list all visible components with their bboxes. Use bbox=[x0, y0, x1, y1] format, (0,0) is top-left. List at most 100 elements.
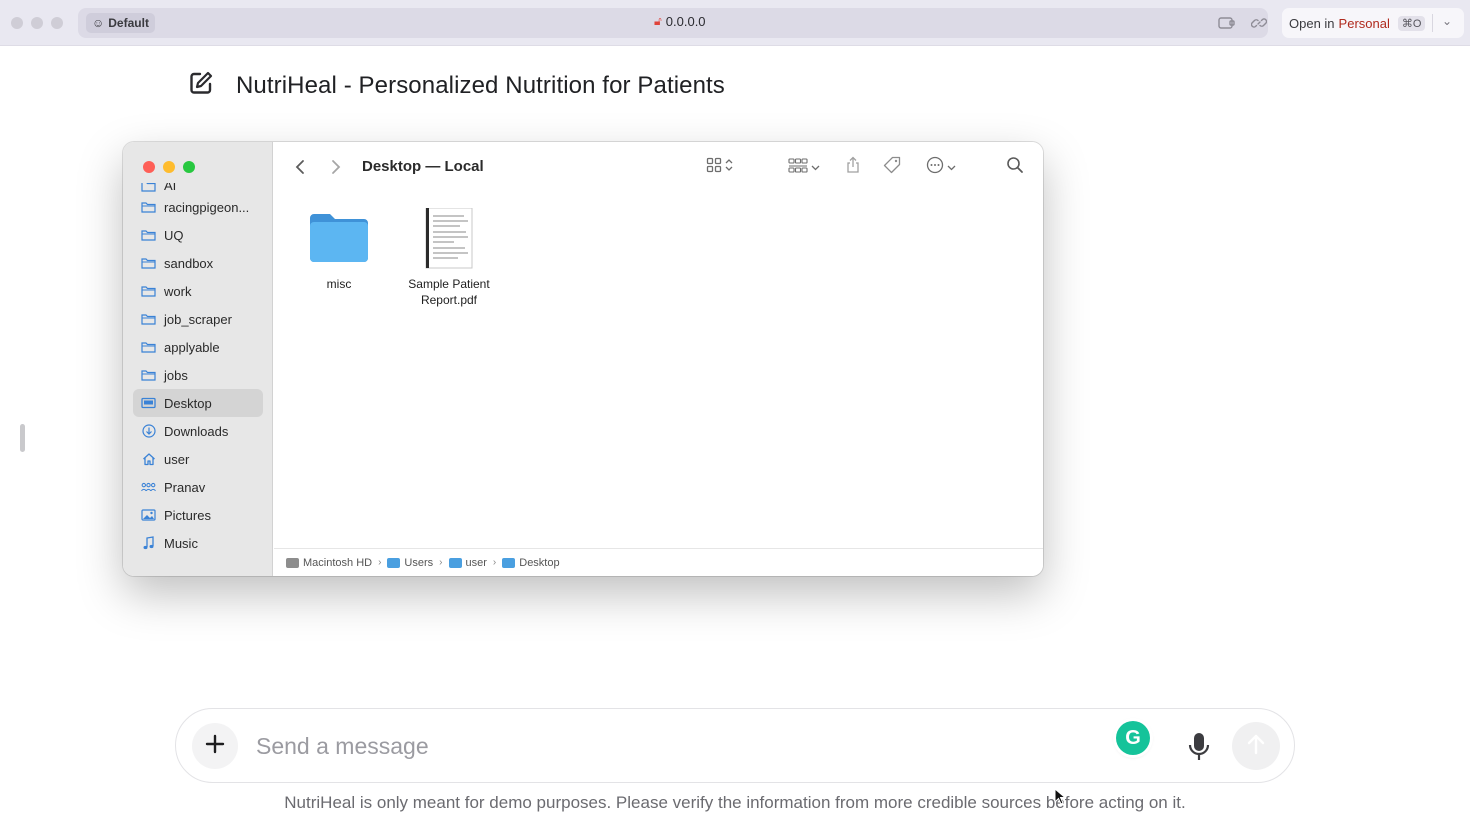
page-header: NutriHeal - Personalized Nutrition for P… bbox=[188, 70, 725, 101]
edit-icon[interactable] bbox=[188, 70, 214, 101]
attach-button[interactable] bbox=[192, 723, 238, 769]
sidebar-item-desktop[interactable]: Desktop bbox=[133, 389, 263, 417]
sidebar-item-user[interactable]: user bbox=[133, 445, 263, 473]
microphone-icon[interactable] bbox=[1186, 731, 1212, 763]
back-button[interactable] bbox=[294, 156, 306, 178]
share-button[interactable] bbox=[845, 156, 861, 178]
resize-handle[interactable] bbox=[20, 424, 25, 452]
tag-button[interactable] bbox=[883, 156, 901, 178]
url-display[interactable]: 🔓︎ 0.0.0.0 bbox=[654, 14, 706, 29]
folder-icon bbox=[141, 312, 156, 327]
grid-view-icon bbox=[706, 157, 722, 178]
view-mode-button[interactable] bbox=[706, 156, 733, 178]
file-name-line-1: Sample Patient bbox=[408, 277, 490, 291]
sidebar-item-label: sandbox bbox=[164, 255, 214, 271]
open-in-label: Open in bbox=[1289, 15, 1335, 31]
send-button[interactable] bbox=[1232, 722, 1280, 770]
sidebar-item-work[interactable]: work bbox=[133, 277, 263, 305]
finder-toolbar: Desktop — Local bbox=[274, 142, 1043, 192]
arrow-up-icon bbox=[1246, 733, 1266, 760]
folder-icon bbox=[141, 228, 156, 243]
sidebar-item-job-scraper[interactable]: job_scraper bbox=[133, 305, 263, 333]
group-button[interactable] bbox=[788, 156, 820, 178]
sidebar-item-sandbox[interactable]: sandbox bbox=[133, 249, 263, 277]
insecure-lock-icon: 🔓︎ bbox=[654, 14, 662, 28]
path-segment[interactable]: user bbox=[448, 557, 487, 569]
folder-icon bbox=[502, 557, 516, 568]
path-segment-label: Macintosh HD bbox=[303, 556, 373, 569]
chevron-down-icon bbox=[947, 158, 956, 176]
link-icon[interactable] bbox=[1249, 13, 1269, 33]
profile-icon: ☺ bbox=[92, 16, 105, 30]
sidebar-item-uq[interactable]: UQ bbox=[133, 221, 263, 249]
file-item-sample-patient-report[interactable]: Sample Patient Report.pdf bbox=[394, 207, 504, 308]
chevron-down-icon[interactable]: ⌄ bbox=[1442, 14, 1452, 28]
file-name: misc bbox=[326, 277, 352, 291]
page-title: NutriHeal - Personalized Nutrition for P… bbox=[236, 71, 725, 99]
folder-icon bbox=[387, 557, 401, 568]
sidebar-item-label: jobs bbox=[164, 367, 188, 383]
sidebar-item-label: applyable bbox=[164, 339, 220, 355]
sidebar-item-music[interactable]: Music bbox=[133, 529, 263, 557]
message-composer: G bbox=[175, 708, 1295, 783]
chevron-down-icon bbox=[811, 158, 820, 176]
forward-button[interactable] bbox=[330, 156, 342, 178]
folder-icon bbox=[141, 284, 156, 299]
path-segment[interactable]: Users bbox=[387, 557, 433, 569]
window-minimize-button[interactable] bbox=[31, 17, 43, 29]
divider bbox=[1432, 14, 1433, 32]
sidebar-item-label: Desktop bbox=[164, 395, 212, 411]
search-button[interactable] bbox=[1006, 156, 1024, 178]
window-zoom-button[interactable] bbox=[51, 17, 63, 29]
sidebar-item-racingpigeon[interactable]: racingpigeon... bbox=[133, 193, 263, 221]
sidebar-item-ai[interactable]: AI bbox=[133, 183, 263, 193]
extensions-icon[interactable] bbox=[1217, 13, 1237, 33]
finder-zoom-button[interactable] bbox=[183, 161, 195, 173]
file-item-misc[interactable]: misc bbox=[284, 208, 394, 292]
message-input[interactable] bbox=[256, 729, 1076, 763]
sidebar-item-label: AI bbox=[164, 183, 177, 193]
open-in-button[interactable]: Open in Personal ⌘O ⌄ bbox=[1282, 8, 1464, 38]
more-actions-button[interactable] bbox=[926, 156, 956, 178]
people-icon bbox=[141, 480, 156, 495]
open-in-target: Personal bbox=[1338, 15, 1390, 31]
folder-icon bbox=[448, 557, 462, 568]
window-close-button[interactable] bbox=[11, 17, 23, 29]
grammarly-icon[interactable]: G bbox=[1116, 721, 1150, 755]
downloads-icon bbox=[141, 424, 156, 439]
mouse-cursor-icon bbox=[1054, 787, 1067, 811]
sidebar-item-jobs[interactable]: jobs bbox=[133, 361, 263, 389]
finder-sidebar: AI racingpigeon... UQ sandbox work job_s… bbox=[123, 142, 273, 576]
finder-minimize-button[interactable] bbox=[163, 161, 175, 173]
pdf-document-icon bbox=[394, 207, 504, 270]
path-segment[interactable]: Desktop bbox=[502, 556, 560, 569]
finder-close-button[interactable] bbox=[143, 161, 155, 173]
sidebar-item-applyable[interactable]: applyable bbox=[133, 333, 263, 361]
path-segment-label: Desktop bbox=[519, 556, 560, 569]
sidebar-item-label: work bbox=[164, 283, 192, 299]
sidebar-item-label: user bbox=[164, 451, 190, 467]
sidebar-item-downloads[interactable]: Downloads bbox=[133, 417, 263, 445]
group-icon bbox=[788, 157, 808, 178]
updown-chevron-icon bbox=[725, 158, 733, 177]
sidebar-item-label: Music bbox=[164, 535, 198, 551]
profile-chip[interactable]: ☺ Default bbox=[86, 13, 155, 33]
disclaimer-text: NutriHeal is only meant for demo purpose… bbox=[284, 793, 1186, 812]
sidebar-item-label: Pranav bbox=[164, 479, 206, 495]
plus-icon bbox=[204, 730, 226, 762]
finder-content: Desktop — Local misc Sample Patient Repo… bbox=[274, 142, 1043, 576]
sidebar-item-pictures[interactable]: Pictures bbox=[133, 501, 263, 529]
pictures-icon bbox=[141, 508, 156, 523]
path-segment[interactable]: Macintosh HD bbox=[286, 557, 372, 569]
sidebar-item-pranav[interactable]: Pranav bbox=[133, 473, 263, 501]
ellipsis-circle-icon bbox=[926, 156, 944, 179]
browser-toolbar: ☺ Default 🔓︎ 0.0.0.0 Open in Personal ⌘O… bbox=[0, 0, 1470, 46]
sidebar-item-label: Downloads bbox=[164, 423, 229, 439]
file-name: Sample Patient Report.pdf bbox=[394, 276, 504, 308]
sidebar-item-label: racingpigeon... bbox=[164, 199, 250, 215]
finder-window-title: Desktop — Local bbox=[362, 158, 484, 175]
path-separator-icon: › bbox=[378, 557, 382, 568]
profile-label: Default bbox=[108, 16, 149, 30]
path-bar: Macintosh HD › Users › user › Desktop bbox=[274, 548, 1043, 576]
music-icon bbox=[141, 536, 156, 551]
